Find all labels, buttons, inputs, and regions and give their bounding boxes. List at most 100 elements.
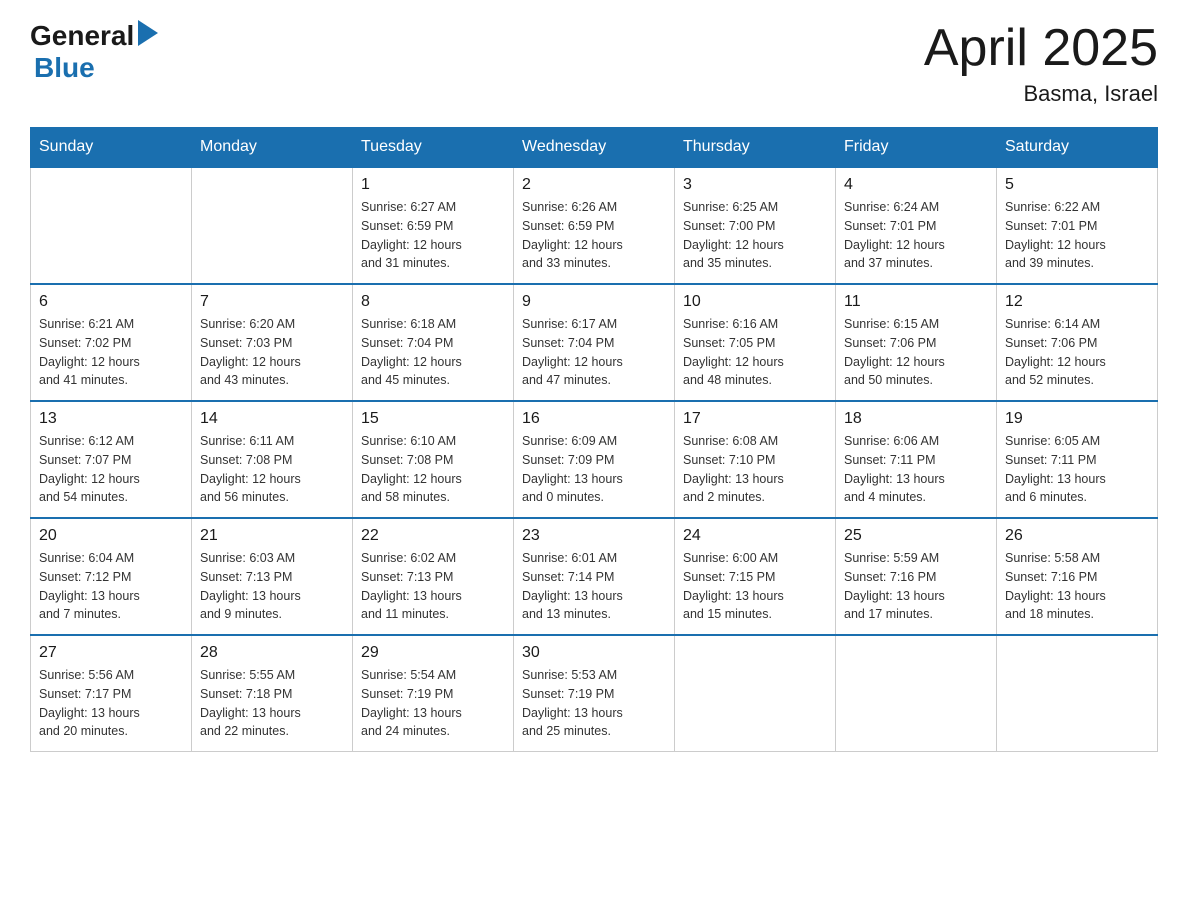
day-number: 26 <box>1005 527 1149 545</box>
page-header: General Blue April 2025 Basma, Israel <box>30 20 1158 107</box>
calendar-cell: 12Sunrise: 6:14 AM Sunset: 7:06 PM Dayli… <box>997 284 1158 401</box>
day-info: Sunrise: 6:11 AM Sunset: 7:08 PM Dayligh… <box>200 432 344 507</box>
day-number: 18 <box>844 410 988 428</box>
day-number: 2 <box>522 176 666 194</box>
day-info: Sunrise: 6:18 AM Sunset: 7:04 PM Dayligh… <box>361 315 505 390</box>
day-info: Sunrise: 6:27 AM Sunset: 6:59 PM Dayligh… <box>361 198 505 273</box>
calendar-week-5: 27 Sunrise: 5:56 AM Sunset: 7:17 PM Dayli… <box>31 635 1158 752</box>
day-info: Sunrise: 5:58 AM Sunset: 7:16 PM Dayligh… <box>1005 549 1149 624</box>
day-info: Sunrise: 6:12 AM Sunset: 7:07 PM Dayligh… <box>39 432 183 507</box>
day-info: Sunrise: 6:22 AM Sunset: 7:01 PM Dayligh… <box>1005 198 1149 273</box>
logo-general-text: General <box>30 20 134 52</box>
calendar-cell <box>836 635 997 752</box>
calendar-cell: 16 Sunrise: 6:09 AM Sunset: 7:09 PM Dayli… <box>514 401 675 518</box>
day-info: Sunrise: 6:05 AM Sunset: 7:11 PM Dayligh… <box>1005 432 1149 507</box>
day-number: 17 <box>683 410 827 428</box>
day-number: 5 <box>1005 176 1149 194</box>
day-number: 8 <box>361 293 505 311</box>
calendar-cell: 17 Sunrise: 6:08 AM Sunset: 7:10 PM Dayli… <box>675 401 836 518</box>
calendar-cell: 3 Sunrise: 6:25 AM Sunset: 7:00 PM Daylig… <box>675 167 836 284</box>
day-number: 3 <box>683 176 827 194</box>
day-number: 28 <box>200 644 344 662</box>
day-info: Sunrise: 6:03 AM Sunset: 7:13 PM Dayligh… <box>200 549 344 624</box>
logo-blue-text: Blue <box>34 52 95 83</box>
day-number: 22 <box>361 527 505 545</box>
day-info: Sunrise: 6:01 AM Sunset: 7:14 PM Dayligh… <box>522 549 666 624</box>
day-header-sunday: Sunday <box>31 128 192 168</box>
day-number: 1 <box>361 176 505 194</box>
page-title: April 2025 <box>924 20 1158 77</box>
calendar-cell: 4 Sunrise: 6:24 AM Sunset: 7:01 PM Daylig… <box>836 167 997 284</box>
day-number: 19 <box>1005 410 1149 428</box>
calendar-cell: 2Sunrise: 6:26 AM Sunset: 6:59 PM Daylig… <box>514 167 675 284</box>
calendar-cell <box>997 635 1158 752</box>
calendar-week-2: 6 Sunrise: 6:21 AM Sunset: 7:02 PM Daylig… <box>31 284 1158 401</box>
calendar-cell: 20Sunrise: 6:04 AM Sunset: 7:12 PM Dayli… <box>31 518 192 635</box>
day-header-friday: Friday <box>836 128 997 168</box>
day-number: 29 <box>361 644 505 662</box>
day-info: Sunrise: 5:53 AM Sunset: 7:19 PM Dayligh… <box>522 666 666 741</box>
calendar-cell: 19 Sunrise: 6:05 AM Sunset: 7:11 PM Dayli… <box>997 401 1158 518</box>
calendar-cell <box>675 635 836 752</box>
day-number: 21 <box>200 527 344 545</box>
title-section: April 2025 Basma, Israel <box>924 20 1158 107</box>
day-info: Sunrise: 5:54 AM Sunset: 7:19 PM Dayligh… <box>361 666 505 741</box>
day-info: Sunrise: 5:59 AM Sunset: 7:16 PM Dayligh… <box>844 549 988 624</box>
day-number: 20 <box>39 527 183 545</box>
day-number: 6 <box>39 293 183 311</box>
calendar-cell: 27 Sunrise: 5:56 AM Sunset: 7:17 PM Dayli… <box>31 635 192 752</box>
calendar-cell: 22Sunrise: 6:02 AM Sunset: 7:13 PM Dayli… <box>353 518 514 635</box>
day-info: Sunrise: 6:21 AM Sunset: 7:02 PM Dayligh… <box>39 315 183 390</box>
day-info: Sunrise: 5:55 AM Sunset: 7:18 PM Dayligh… <box>200 666 344 741</box>
day-number: 24 <box>683 527 827 545</box>
day-number: 23 <box>522 527 666 545</box>
calendar-cell: 9Sunrise: 6:17 AM Sunset: 7:04 PM Daylig… <box>514 284 675 401</box>
calendar-week-4: 20Sunrise: 6:04 AM Sunset: 7:12 PM Dayli… <box>31 518 1158 635</box>
day-header-tuesday: Tuesday <box>353 128 514 168</box>
day-number: 7 <box>200 293 344 311</box>
calendar-cell: 25 Sunrise: 5:59 AM Sunset: 7:16 PM Dayli… <box>836 518 997 635</box>
day-info: Sunrise: 6:00 AM Sunset: 7:15 PM Dayligh… <box>683 549 827 624</box>
day-number: 12 <box>1005 293 1149 311</box>
day-number: 4 <box>844 176 988 194</box>
day-info: Sunrise: 6:09 AM Sunset: 7:09 PM Dayligh… <box>522 432 666 507</box>
day-info: Sunrise: 6:17 AM Sunset: 7:04 PM Dayligh… <box>522 315 666 390</box>
calendar-cell: 5 Sunrise: 6:22 AM Sunset: 7:01 PM Daylig… <box>997 167 1158 284</box>
calendar-cell: 6 Sunrise: 6:21 AM Sunset: 7:02 PM Daylig… <box>31 284 192 401</box>
day-info: Sunrise: 6:24 AM Sunset: 7:01 PM Dayligh… <box>844 198 988 273</box>
calendar-cell: 30 Sunrise: 5:53 AM Sunset: 7:19 PM Dayli… <box>514 635 675 752</box>
day-info: Sunrise: 6:06 AM Sunset: 7:11 PM Dayligh… <box>844 432 988 507</box>
day-number: 30 <box>522 644 666 662</box>
day-header-monday: Monday <box>192 128 353 168</box>
logo: General Blue <box>30 20 158 84</box>
calendar-cell: 13Sunrise: 6:12 AM Sunset: 7:07 PM Dayli… <box>31 401 192 518</box>
calendar-week-1: 1 Sunrise: 6:27 AM Sunset: 6:59 PM Daylig… <box>31 167 1158 284</box>
calendar-cell: 18 Sunrise: 6:06 AM Sunset: 7:11 PM Dayli… <box>836 401 997 518</box>
calendar-cell: 29 Sunrise: 5:54 AM Sunset: 7:19 PM Dayli… <box>353 635 514 752</box>
day-number: 14 <box>200 410 344 428</box>
day-number: 27 <box>39 644 183 662</box>
day-number: 15 <box>361 410 505 428</box>
calendar-cell <box>31 167 192 284</box>
calendar-week-3: 13Sunrise: 6:12 AM Sunset: 7:07 PM Dayli… <box>31 401 1158 518</box>
page-subtitle: Basma, Israel <box>924 81 1158 107</box>
day-info: Sunrise: 6:16 AM Sunset: 7:05 PM Dayligh… <box>683 315 827 390</box>
calendar-cell: 1 Sunrise: 6:27 AM Sunset: 6:59 PM Daylig… <box>353 167 514 284</box>
day-info: Sunrise: 5:56 AM Sunset: 7:17 PM Dayligh… <box>39 666 183 741</box>
calendar-cell: 11Sunrise: 6:15 AM Sunset: 7:06 PM Dayli… <box>836 284 997 401</box>
day-info: Sunrise: 6:20 AM Sunset: 7:03 PM Dayligh… <box>200 315 344 390</box>
day-header-wednesday: Wednesday <box>514 128 675 168</box>
day-number: 25 <box>844 527 988 545</box>
calendar-cell: 15 Sunrise: 6:10 AM Sunset: 7:08 PM Dayli… <box>353 401 514 518</box>
day-header-thursday: Thursday <box>675 128 836 168</box>
day-info: Sunrise: 6:08 AM Sunset: 7:10 PM Dayligh… <box>683 432 827 507</box>
calendar-header: SundayMondayTuesdayWednesdayThursdayFrid… <box>31 128 1158 168</box>
day-number: 16 <box>522 410 666 428</box>
calendar-cell: 14 Sunrise: 6:11 AM Sunset: 7:08 PM Dayli… <box>192 401 353 518</box>
day-info: Sunrise: 6:15 AM Sunset: 7:06 PM Dayligh… <box>844 315 988 390</box>
day-info: Sunrise: 6:25 AM Sunset: 7:00 PM Dayligh… <box>683 198 827 273</box>
day-number: 10 <box>683 293 827 311</box>
calendar-cell: 7 Sunrise: 6:20 AM Sunset: 7:03 PM Daylig… <box>192 284 353 401</box>
day-info: Sunrise: 6:10 AM Sunset: 7:08 PM Dayligh… <box>361 432 505 507</box>
calendar-table: SundayMondayTuesdayWednesdayThursdayFrid… <box>30 127 1158 752</box>
